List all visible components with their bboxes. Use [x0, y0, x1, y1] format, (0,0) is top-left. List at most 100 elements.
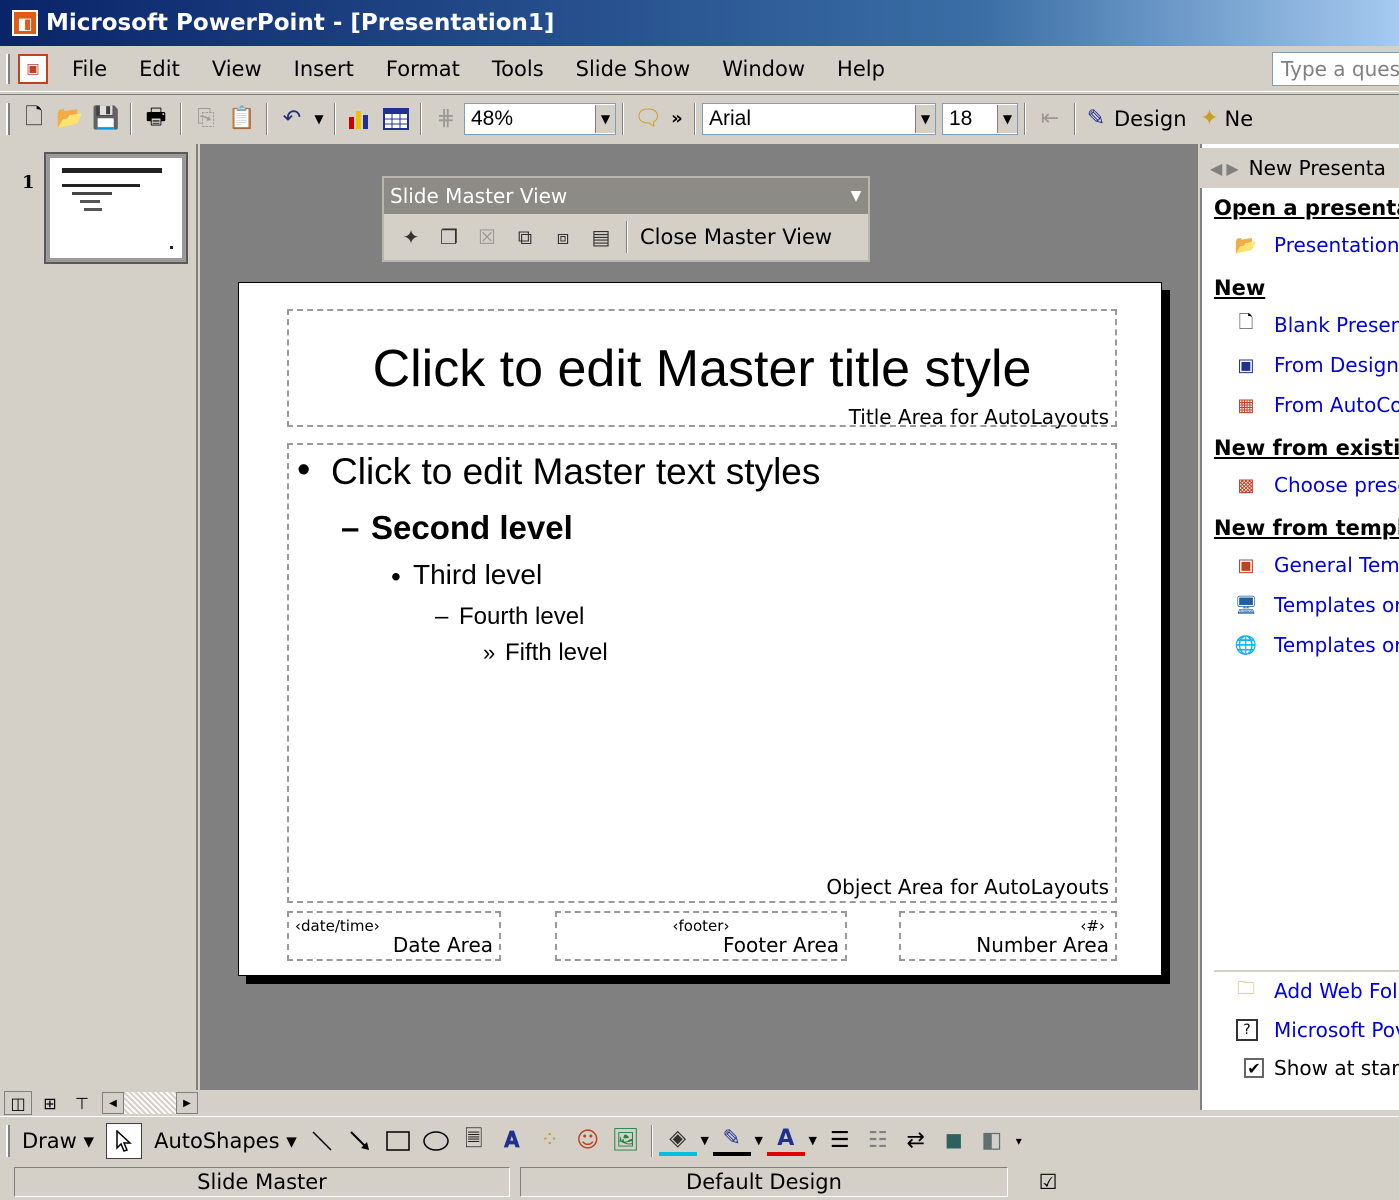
insert-chart-icon[interactable]	[342, 101, 378, 137]
chevron-down-icon[interactable]: ▼	[844, 188, 868, 204]
oval-icon[interactable]	[417, 1123, 455, 1159]
undo-icon[interactable]: ↶	[274, 101, 310, 137]
slide-show-view-icon[interactable]: ⊤	[68, 1091, 96, 1115]
close-master-view-button[interactable]: Close Master View	[640, 225, 832, 249]
menu-view[interactable]: View	[196, 57, 278, 81]
slide-master-toolbar-header[interactable]: Slide Master View ▼	[384, 178, 868, 214]
open-folder-icon[interactable]: 📂	[52, 101, 88, 137]
font-color-icon[interactable]: A	[766, 1126, 805, 1156]
text-level5[interactable]: Fifth level	[505, 639, 608, 667]
slide-sorter-view-icon[interactable]: ⊞	[36, 1091, 64, 1115]
undo-dropdown-icon[interactable]: ▼	[310, 101, 328, 137]
scroll-right-icon[interactable]: ▶	[176, 1092, 198, 1114]
fill-color-icon[interactable]: ◈	[658, 1126, 697, 1156]
chevron-down-icon[interactable]: ▼	[805, 1123, 821, 1159]
arrow-icon[interactable]	[341, 1123, 379, 1159]
toolbar-options-icon[interactable]: »	[666, 101, 688, 137]
back-arrow-icon[interactable]: ◀	[1210, 159, 1222, 178]
menu-format[interactable]: Format	[370, 57, 476, 81]
toolbar-grip[interactable]	[6, 102, 10, 135]
wordart-icon[interactable]: 𝐀	[493, 1123, 531, 1159]
show-at-startup-option[interactable]: ✔ Show at star	[1244, 1056, 1399, 1080]
show-grid-icon[interactable]: ⋕	[428, 101, 464, 137]
menu-slide-show[interactable]: Slide Show	[560, 57, 707, 81]
link-general-templates[interactable]: ▣ General Temp	[1232, 552, 1399, 578]
diagram-icon[interactable]: ⁘	[531, 1123, 569, 1159]
forward-arrow-icon[interactable]: ▶	[1226, 159, 1238, 178]
link-blank-presentation[interactable]: 🗋 Blank Presen	[1232, 312, 1399, 338]
help-search-input[interactable]: Type a ques	[1272, 52, 1399, 86]
chevron-down-icon[interactable]: ▼	[751, 1123, 767, 1159]
rename-master-icon[interactable]: ⧈	[544, 219, 582, 255]
normal-view-icon[interactable]: ◫	[4, 1091, 32, 1115]
paste-icon[interactable]: 📋	[224, 101, 260, 137]
chevron-down-icon[interactable]: ▼	[595, 104, 615, 133]
arrow-style-icon[interactable]: ⇄	[897, 1123, 935, 1159]
number-placeholder[interactable]: ‹#› Number Area	[899, 911, 1117, 961]
link-microsoft-powerpoint-help[interactable]: ? Microsoft Pov	[1232, 1018, 1399, 1042]
decrease-indent-icon[interactable]: ⇤	[1032, 101, 1068, 137]
new-document-icon[interactable]: 🗋	[16, 101, 52, 137]
delete-master-icon[interactable]: ☒	[468, 219, 506, 255]
3d-style-icon[interactable]: ◧	[973, 1123, 1011, 1159]
footer-placeholder[interactable]: ‹footer› Footer Area	[555, 911, 847, 961]
copy-icon[interactable]: ⎘	[188, 101, 224, 137]
menu-tools[interactable]: Tools	[476, 57, 560, 81]
menu-insert[interactable]: Insert	[278, 57, 370, 81]
new-slide-icon[interactable]: ✦	[1195, 101, 1225, 137]
insert-new-title-master-icon[interactable]: ❐	[430, 219, 468, 255]
menu-window[interactable]: Window	[706, 57, 821, 81]
insert-table-icon[interactable]	[378, 101, 414, 137]
text-level3[interactable]: Third level	[413, 559, 542, 591]
toolbar-options-icon[interactable]: ▾	[1011, 1123, 1027, 1159]
toolbar-grip[interactable]	[6, 1124, 10, 1157]
menubar-grip[interactable]	[6, 53, 10, 84]
document-icon[interactable]: ▣	[18, 53, 48, 84]
zoom-combo[interactable]: 48% ▼	[464, 102, 616, 135]
new-slide-button[interactable]: Ne	[1225, 107, 1254, 131]
select-objects-icon[interactable]	[106, 1122, 143, 1159]
autoshapes-menu-button[interactable]: AutoShapes ▾	[148, 1129, 303, 1153]
preserve-master-icon[interactable]: ⧉	[506, 219, 544, 255]
link-choose-presentation[interactable]: ▩ Choose prese	[1232, 472, 1399, 498]
menu-edit[interactable]: Edit	[123, 57, 196, 81]
text-level1[interactable]: Click to edit Master text styles	[331, 451, 820, 493]
save-icon[interactable]: 💾	[88, 101, 124, 137]
link-templates-websites[interactable]: 🖥 Templates or	[1232, 592, 1399, 618]
chevron-down-icon[interactable]: ▼	[697, 1123, 713, 1159]
link-from-autocontent[interactable]: ▦ From AutoCo	[1232, 392, 1399, 418]
menu-file[interactable]: File	[56, 57, 123, 81]
design-icon[interactable]: ✎	[1082, 101, 1110, 137]
help-assistant-icon[interactable]: 🗨	[630, 101, 666, 137]
design-button[interactable]: Design	[1114, 107, 1187, 131]
clip-art-icon[interactable]: ☺	[569, 1123, 607, 1159]
shadow-style-icon[interactable]: ◼	[935, 1123, 973, 1159]
show-at-startup-checkbox[interactable]: ✔	[1244, 1058, 1264, 1078]
slide-master[interactable]: Click to edit Master title style Title A…	[238, 282, 1162, 976]
line-style-icon[interactable]: ☰	[821, 1123, 859, 1159]
link-presentation[interactable]: 📂 Presentation	[1232, 232, 1399, 258]
insert-new-slide-master-icon[interactable]: ✦	[392, 219, 430, 255]
menu-help[interactable]: Help	[821, 57, 901, 81]
line-color-icon[interactable]: ✎	[712, 1126, 751, 1156]
link-add-web-folder[interactable]: 🗀 Add Web Fol	[1232, 978, 1398, 1004]
body-placeholder[interactable]: • Click to edit Master text styles – Sec…	[287, 443, 1117, 903]
slide-thumbnail[interactable]	[44, 152, 188, 264]
scroll-left-icon[interactable]: ◀	[102, 1092, 124, 1114]
text-level2[interactable]: Second level	[371, 509, 573, 547]
link-templates-microsoft[interactable]: 🌐 Templates or	[1232, 632, 1399, 658]
line-icon[interactable]	[303, 1123, 341, 1159]
draw-menu-button[interactable]: Draw ▾	[16, 1129, 100, 1153]
chevron-down-icon[interactable]: ▼	[997, 104, 1017, 133]
master-title-text[interactable]: Click to edit Master title style	[289, 339, 1115, 399]
horizontal-scrollbar[interactable]: ◀ ▶	[102, 1092, 198, 1114]
chevron-down-icon[interactable]: ▼	[915, 104, 935, 133]
title-placeholder[interactable]: Click to edit Master title style Title A…	[287, 309, 1117, 429]
font-size-combo[interactable]: 18 ▼	[942, 102, 1018, 135]
text-box-icon[interactable]: 🗏	[455, 1123, 493, 1159]
text-level4[interactable]: Fourth level	[459, 603, 584, 631]
print-icon[interactable]: 🖶	[138, 101, 174, 137]
rectangle-icon[interactable]	[379, 1123, 417, 1159]
insert-picture-icon[interactable]: 🖼	[607, 1123, 645, 1159]
powerpoint-icon[interactable]: ◧	[12, 10, 38, 36]
